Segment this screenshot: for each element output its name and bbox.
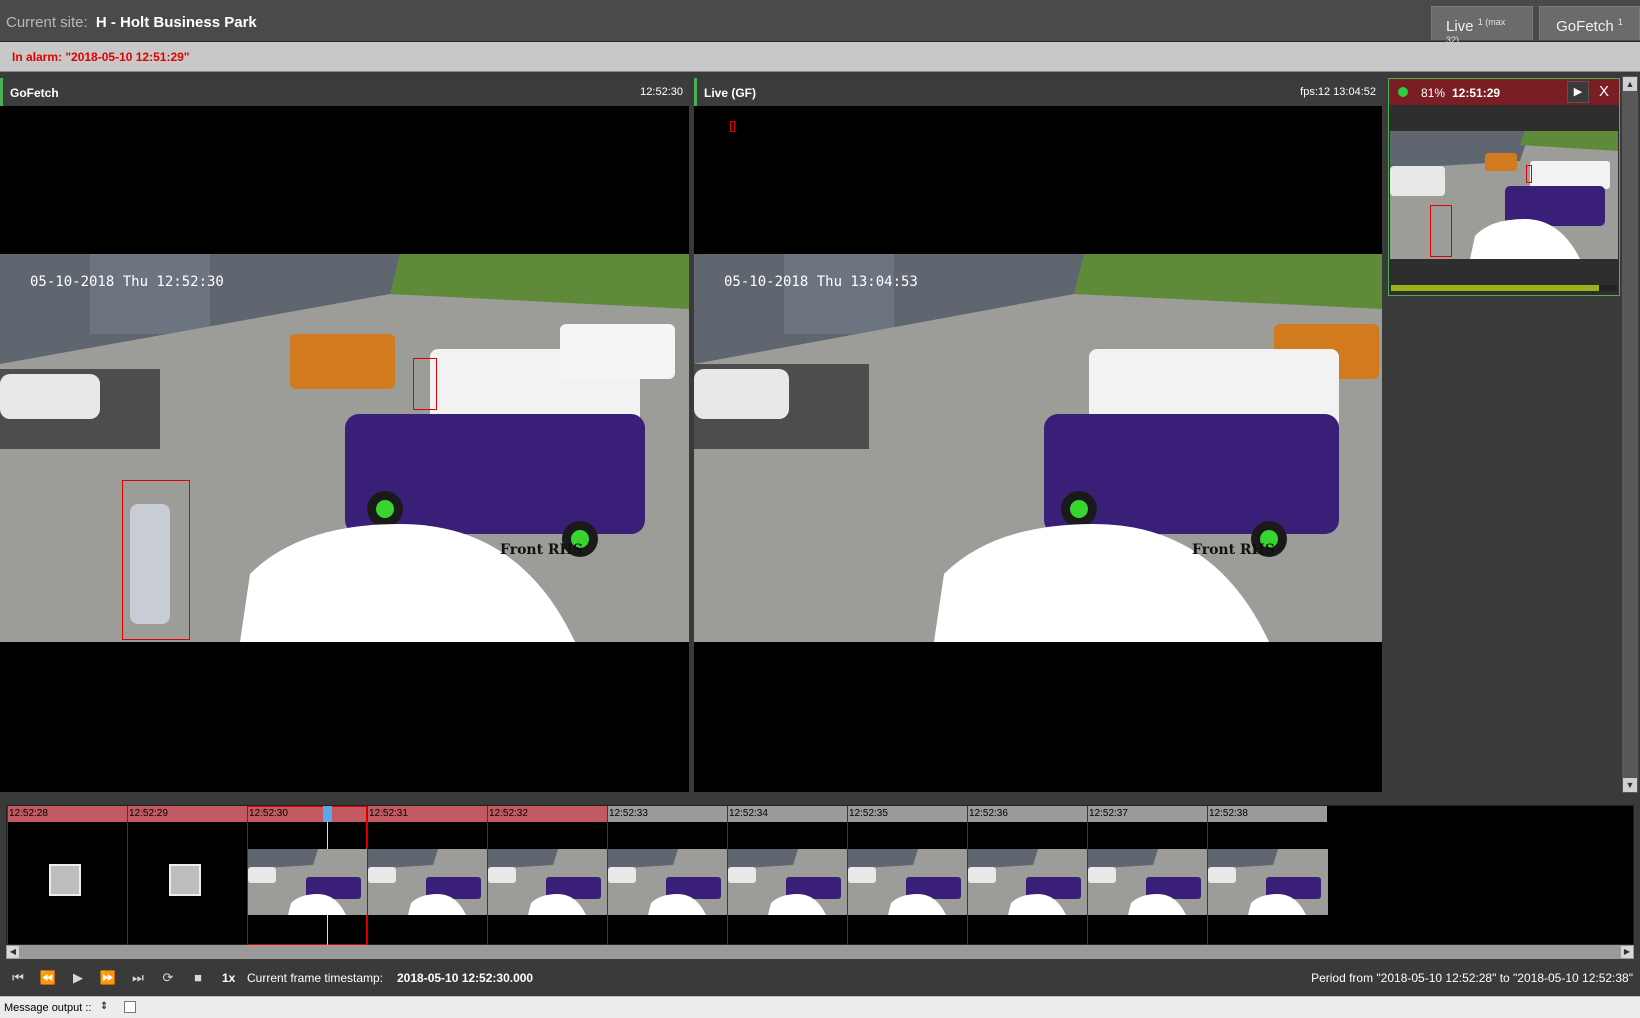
timeline-frame-thumbnail[interactable] [968, 849, 1088, 915]
detection-box[interactable] [413, 358, 437, 410]
current-site-label: Current site: [6, 14, 88, 31]
camera-scene [0, 254, 689, 642]
event-header: 81% 12:51:29 ▶ X [1389, 79, 1619, 105]
timeline-time-label: 12:52:38 [1209, 808, 1248, 819]
skip-to-start-icon[interactable]: ⏮ [6, 969, 30, 987]
timeline-time-label: 12:52:34 [729, 808, 768, 819]
timeline-tick [7, 806, 8, 946]
timeline-frame-thumbnail[interactable] [728, 849, 848, 915]
panel-time: fps:12 13:04:52 [1300, 86, 1376, 98]
event-progress-bar [1391, 285, 1617, 291]
close-event-button[interactable]: X [1593, 81, 1615, 103]
timeline-time-label: 12:52:31 [369, 808, 408, 819]
alarm-bar: In alarm: "2018-05-10 12:51:29" [0, 42, 1640, 72]
frame-timestamp-value: 2018-05-10 12:52:30.000 [397, 971, 534, 985]
timeline-time-label: 12:52:29 [129, 808, 168, 819]
panel-header: GoFetch 12:52:30 [0, 78, 689, 106]
timeline-time-label: 12:52:32 [489, 808, 528, 819]
video-frame[interactable]: 05-10-2018 Thu 13:04:53 Front RHS [694, 106, 1382, 792]
osd-datetime: 05-10-2018 Thu 13:04:53 [724, 274, 918, 290]
panel-title: Live (GF) [704, 86, 757, 100]
timeline-time-label: 12:52:30 [249, 808, 288, 819]
period-range: Period from "2018-05-10 12:52:28" to "20… [1311, 971, 1633, 985]
timeline[interactable]: 12:52:28 12:52:29 12:52:30 12:52:31 12:52:32… [6, 805, 1634, 946]
playback-speed[interactable]: 1x [222, 971, 235, 985]
scroll-right-icon[interactable]: ▶ [1621, 946, 1633, 958]
timeline-time-label: 12:52:36 [969, 808, 1008, 819]
timeline-time-label: 12:52:33 [609, 808, 648, 819]
play-event-button[interactable]: ▶ [1567, 81, 1589, 103]
image-placeholder-icon [169, 864, 201, 896]
message-output-bar: Message output :: ⇕ [0, 996, 1640, 1018]
current-site: Current site: H - Holt Business Park [6, 14, 257, 31]
image-placeholder-icon [49, 864, 81, 896]
scroll-left-icon[interactable]: ◀ [7, 946, 19, 958]
timeline-frame-thumbnail[interactable] [1088, 849, 1208, 915]
osd-camera-name: Front RHS [500, 542, 583, 558]
tab-gofetch[interactable]: GoFetch 1 [1539, 6, 1640, 40]
tab-gofetch-count: 1 [1617, 17, 1623, 27]
vertical-scrollbar[interactable]: ▲ ▼ [1622, 76, 1638, 793]
rewind-icon[interactable]: ⏪ [36, 969, 60, 987]
snapshot-icon[interactable]: ■ [186, 969, 210, 987]
detection-box[interactable] [1526, 165, 1532, 183]
scroll-down-icon[interactable]: ▼ [1623, 778, 1637, 792]
frame-timestamp-label: Current frame timestamp: [247, 971, 384, 985]
spinner-arrows-icon[interactable]: ⇕ [100, 1001, 108, 1012]
camera-image: 05-10-2018 Thu 13:04:53 Front RHS [694, 254, 1382, 642]
detection-box[interactable] [730, 121, 735, 132]
alarm-event-card[interactable]: 81% 12:51:29 ▶ X [1388, 78, 1620, 296]
skip-to-end-icon[interactable]: ⏭ [126, 969, 150, 987]
panel-title: GoFetch [10, 86, 59, 100]
timeline-time-label: 12:52:28 [9, 808, 48, 819]
play-icon[interactable]: ▶ [66, 969, 90, 987]
timeline-frame-thumbnail[interactable] [368, 849, 488, 915]
video-panel-gofetch[interactable]: GoFetch 12:52:30 05-10-2018 Thu 12:52:30… [0, 78, 689, 792]
osd-datetime: 05-10-2018 Thu 12:52:30 [30, 274, 224, 290]
event-progress-fill [1391, 285, 1599, 291]
timeline-tick [127, 806, 128, 946]
event-time: 12:51:29 [1452, 86, 1501, 100]
timeline-frame-thumbnail[interactable] [248, 849, 368, 915]
panel-header: Live (GF) fps:12 13:04:52 [694, 78, 1382, 106]
video-panel-live[interactable]: Live (GF) fps:12 13:04:52 05-10-2018 Thu… [694, 78, 1382, 792]
playback-controls: ⏮ ⏪ ▶ ⏩ ⏭ ⟳ ■ 1x Current frame timestamp… [0, 962, 1640, 994]
panel-time: 12:52:30 [640, 86, 683, 98]
timeline-frame-thumbnail[interactable] [1208, 849, 1328, 915]
top-bar: Current site: H - Holt Business Park Liv… [0, 0, 1640, 45]
timeline-frame-thumbnail[interactable] [608, 849, 728, 915]
detection-box[interactable] [1430, 205, 1452, 257]
tab-live-label: Live [1446, 18, 1474, 35]
event-thumbnail[interactable] [1390, 131, 1618, 259]
fast-forward-icon[interactable]: ⏩ [96, 969, 120, 987]
scroll-up-icon[interactable]: ▲ [1623, 77, 1637, 91]
timeline-frame-thumbnail[interactable] [488, 849, 608, 915]
osd-camera-name: Front RHS [1192, 542, 1275, 558]
event-confidence: 81% [1421, 86, 1446, 100]
refresh-icon[interactable]: ⟳ [156, 969, 180, 987]
timeline-cursor-handle[interactable] [323, 806, 332, 822]
timeline-frame-thumbnail[interactable] [848, 849, 968, 915]
timeline-time-label: 12:52:37 [1089, 808, 1128, 819]
video-frame[interactable]: 05-10-2018 Thu 12:52:30 Front RHS [0, 106, 689, 792]
event-scene [1390, 131, 1618, 259]
alarm-status-text: In alarm: "2018-05-10 12:51:29" [12, 50, 190, 64]
camera-scene [694, 254, 1382, 642]
detection-box[interactable] [122, 480, 190, 640]
timeline-time-label: 12:52:35 [849, 808, 888, 819]
status-dot-icon [1398, 87, 1408, 97]
current-site-name[interactable]: H - Holt Business Park [96, 14, 257, 31]
horizontal-scrollbar[interactable]: ◀ ▶ [6, 945, 1634, 959]
message-output-checkbox[interactable] [124, 1001, 136, 1013]
tab-gofetch-label: GoFetch [1556, 18, 1614, 35]
camera-image: 05-10-2018 Thu 12:52:30 Front RHS [0, 254, 689, 642]
tab-live[interactable]: Live 1 (max 32) [1431, 6, 1533, 45]
message-output-label: Message output :: [4, 1002, 92, 1014]
